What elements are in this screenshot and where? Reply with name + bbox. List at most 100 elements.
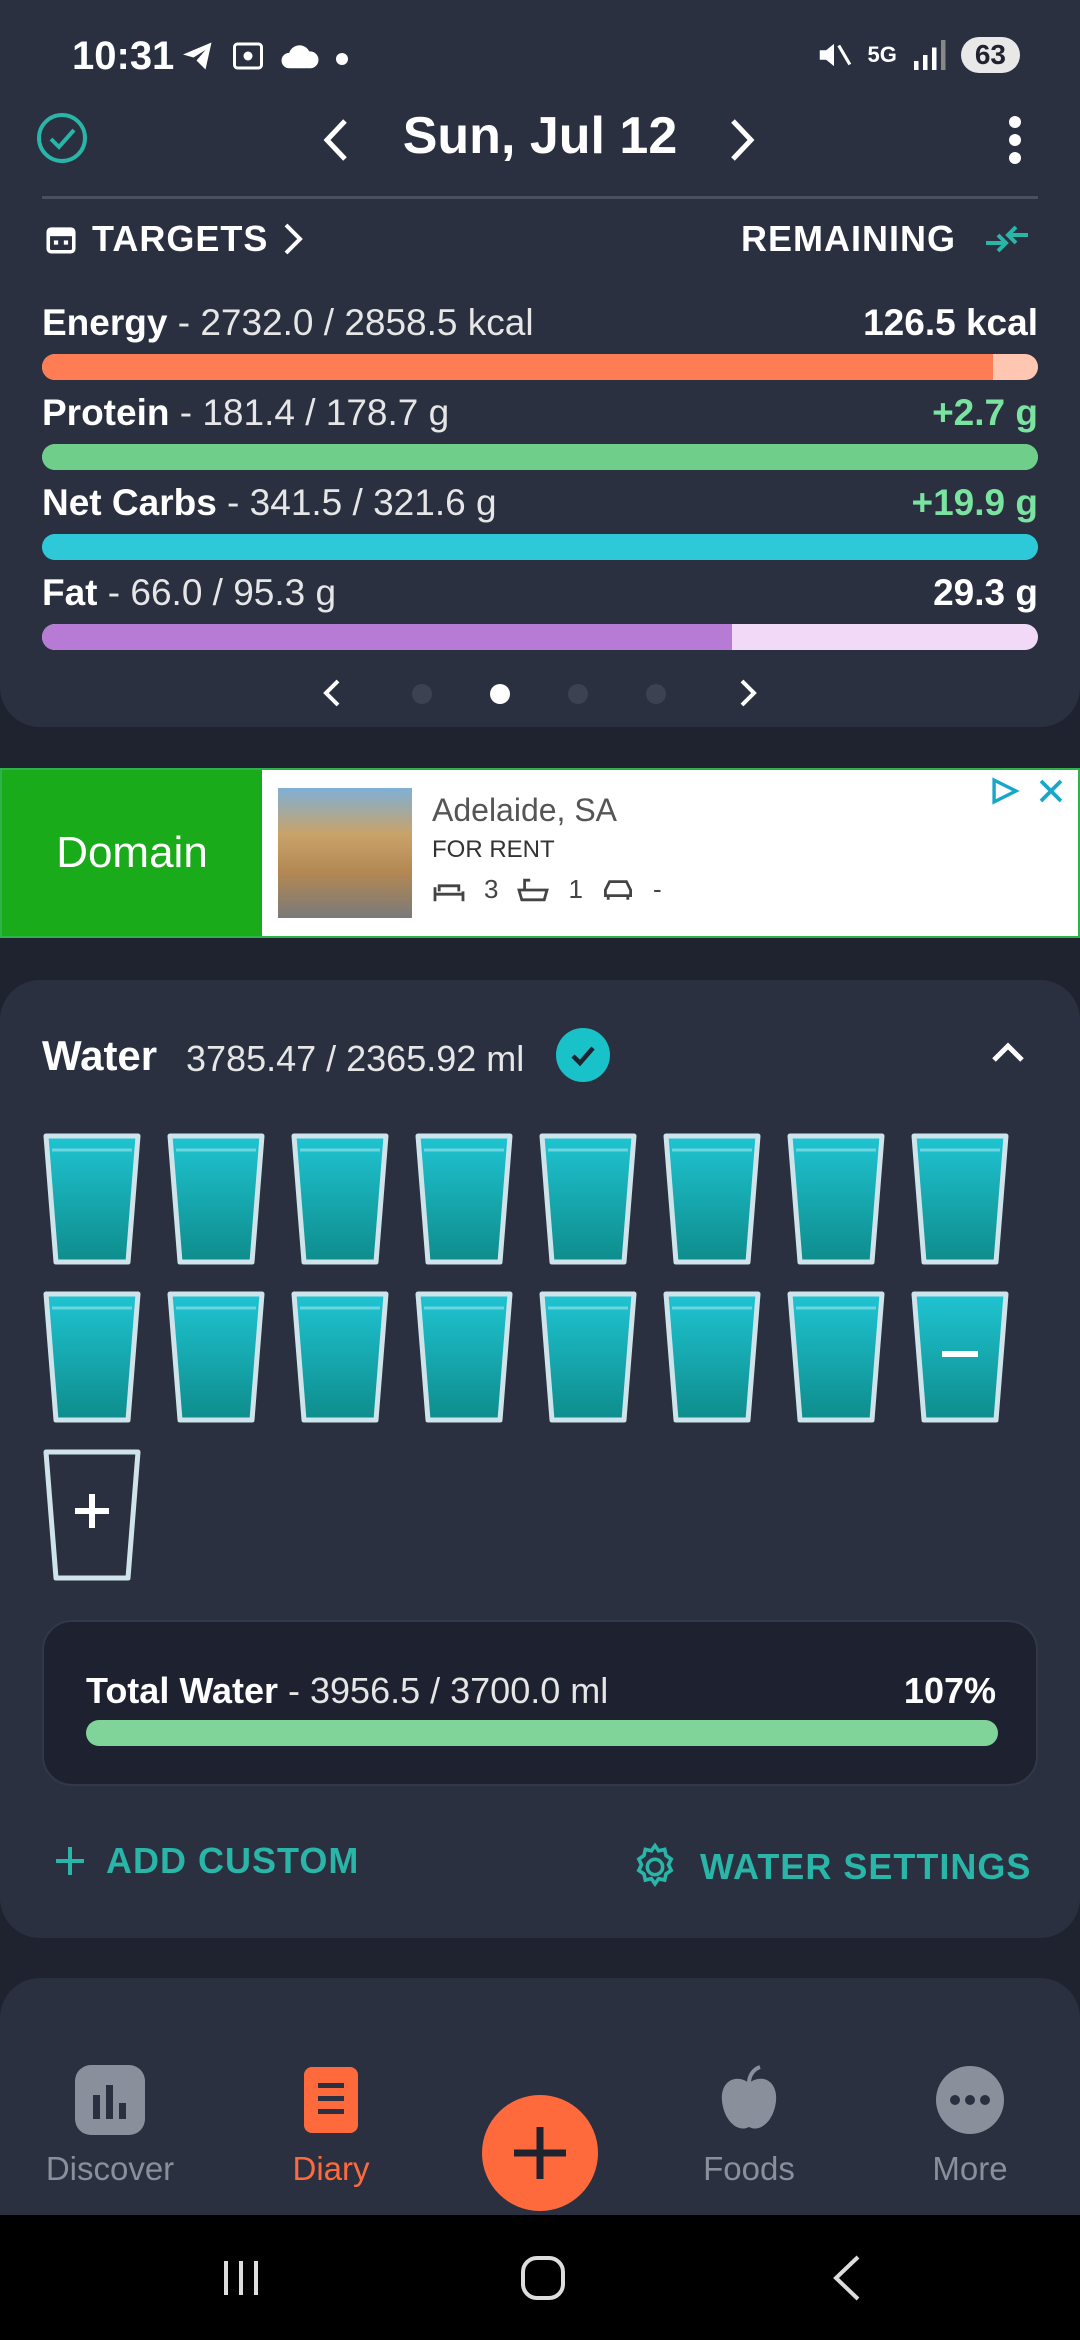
- water-glass-full: [288, 1130, 392, 1268]
- pager-dot[interactable]: [646, 684, 666, 704]
- nutrient-name: Protein: [42, 392, 170, 433]
- nav-more-label: More: [932, 2150, 1008, 2187]
- more-icon: [936, 2066, 1004, 2134]
- water-glass-full: [164, 1130, 268, 1268]
- total-water-detail: - 3956.5 / 3700.0 ml: [278, 1670, 609, 1711]
- nutrient-remaining: +2.7 g: [932, 392, 1038, 433]
- add-entry-button[interactable]: [482, 2095, 598, 2211]
- ad-title: Adelaide, SA: [432, 792, 618, 828]
- pager-prev-icon[interactable]: [322, 678, 342, 708]
- chart-icon: [75, 2065, 145, 2135]
- bottom-navigation: Discover Diary Foods More: [0, 2035, 1080, 2215]
- water-glass-full: [908, 1130, 1012, 1268]
- overflow-menu-icon[interactable]: [995, 110, 1035, 170]
- water-title: Water: [42, 1032, 158, 1079]
- status-bar: 10:31 5G 63: [0, 0, 1080, 110]
- nutrient-row[interactable]: Fat - 66.0 / 95.3 g 29.3 g: [42, 572, 1038, 650]
- nav-discover-label: Discover: [45, 2150, 175, 2187]
- recents-icon[interactable]: [218, 2255, 264, 2301]
- nutrient-name: Fat: [42, 572, 98, 613]
- battery-level: 63: [960, 37, 1020, 73]
- total-water-label: Total Water - 3956.5 / 3700.0 ml: [86, 1670, 608, 1712]
- water-amount: 3785.47 / 2365.92 ml: [186, 1038, 525, 1079]
- date-title[interactable]: Sun, Jul 12: [360, 106, 720, 166]
- nutrient-progress-bar: [42, 444, 1038, 470]
- cloud-icon: [281, 45, 319, 69]
- nutrient-label: Protein - 181.4 / 178.7 g: [42, 392, 1038, 434]
- nutrient-row[interactable]: Energy - 2732.0 / 2858.5 kcal 126.5 kcal: [42, 302, 1038, 380]
- ad-brand: Domain: [2, 770, 262, 936]
- nav-discover[interactable]: Discover: [30, 2065, 190, 2188]
- chevron-right-icon: [731, 119, 755, 161]
- nutrient-row[interactable]: Protein - 181.4 / 178.7 g +2.7 g: [42, 392, 1038, 470]
- targets-label: TARGETS: [92, 218, 269, 259]
- nutrient-progress-fill: [42, 354, 994, 380]
- remaining-toggle[interactable]: REMAINING: [741, 218, 1032, 260]
- pager-dot[interactable]: [490, 684, 510, 704]
- nutrient-detail: - 341.5 / 321.6 g: [216, 482, 497, 523]
- close-icon[interactable]: [1036, 776, 1066, 806]
- nutrient-label: Fat - 66.0 / 95.3 g: [42, 572, 1038, 614]
- add-custom-button[interactable]: ADD CUSTOM: [52, 1840, 359, 1882]
- add-glass-button[interactable]: [40, 1446, 144, 1584]
- previous-day-button[interactable]: [306, 110, 366, 170]
- telegram-icon: [183, 42, 212, 70]
- nutrient-progress-bar: [42, 354, 1038, 380]
- nutrient-row[interactable]: Net Carbs - 341.5 / 321.6 g +19.9 g: [42, 482, 1038, 560]
- status-time: 10:31: [72, 34, 175, 78]
- pager-dot[interactable]: [568, 684, 588, 704]
- home-icon[interactable]: [518, 2253, 568, 2303]
- ad-banner[interactable]: Domain Adelaide, SA FOR RENT 3 1 -: [0, 768, 1080, 938]
- nutrient-label: Net Carbs - 341.5 / 321.6 g: [42, 482, 1038, 524]
- nutrient-progress-fill: [42, 534, 1038, 560]
- ad-property-image: [278, 788, 412, 918]
- water-glass-full: [164, 1288, 268, 1426]
- nutrient-progress-bar: [42, 534, 1038, 560]
- remove-glass-button[interactable]: [908, 1288, 1012, 1426]
- pager-next-icon[interactable]: [738, 678, 758, 708]
- total-water-panel: Total Water - 3956.5 / 3700.0 ml 107%: [42, 1620, 1038, 1786]
- plus-icon: [56, 1847, 84, 1875]
- diary-icon: [304, 2067, 358, 2133]
- total-water-percent: 107%: [903, 1670, 996, 1711]
- signal-icon: [913, 40, 946, 70]
- add-custom-label: ADD CUSTOM: [106, 1840, 360, 1881]
- swap-arrows-icon: [986, 225, 1028, 253]
- bath-icon: [517, 878, 550, 901]
- back-icon[interactable]: [826, 2253, 866, 2303]
- water-glass-full: [660, 1130, 764, 1268]
- water-glass-full: [40, 1288, 144, 1426]
- car-icon: [603, 879, 632, 900]
- water-glass-full: [536, 1130, 640, 1268]
- ad-beds: 3: [484, 874, 499, 904]
- remaining-label: REMAINING: [741, 218, 956, 259]
- chevron-left-icon: [323, 119, 347, 161]
- nutrient-remaining: 126.5 kcal: [863, 302, 1038, 343]
- nav-foods[interactable]: Foods: [669, 2065, 829, 2188]
- nutrient-remaining: 29.3 g: [933, 572, 1038, 613]
- ad-features: 3 1 -: [432, 874, 662, 905]
- water-glass-full: [536, 1288, 640, 1426]
- next-day-button[interactable]: [712, 110, 772, 170]
- adchoices-icon[interactable]: [988, 776, 1022, 806]
- nav-foods-label: Foods: [703, 2150, 795, 2187]
- nutrient-progress-fill: [42, 444, 1038, 470]
- nutrient-name: Net Carbs: [42, 482, 217, 523]
- nutrient-progress-bar: [42, 624, 1038, 650]
- water-glass-full: [784, 1130, 888, 1268]
- water-glass-full: [412, 1130, 516, 1268]
- water-settings-button[interactable]: WATER SETTINGS: [628, 1840, 1031, 1894]
- calendar-icon: [46, 227, 76, 254]
- collapse-chevron-icon[interactable]: [984, 1028, 1032, 1076]
- plus-icon: [514, 2127, 566, 2179]
- pager-dot[interactable]: [412, 684, 432, 704]
- nav-more[interactable]: More: [890, 2065, 1050, 2188]
- status-system-icons: 5G 63: [815, 36, 1020, 74]
- complete-check-icon[interactable]: [36, 112, 88, 164]
- nutrient-detail: - 66.0 / 95.3 g: [97, 572, 337, 613]
- water-glass-full: [412, 1288, 516, 1426]
- ad-controls: [988, 776, 1066, 806]
- targets-button[interactable]: TARGETS: [44, 218, 304, 260]
- nav-diary[interactable]: Diary: [251, 2065, 411, 2188]
- gear-icon: [636, 1842, 674, 1888]
